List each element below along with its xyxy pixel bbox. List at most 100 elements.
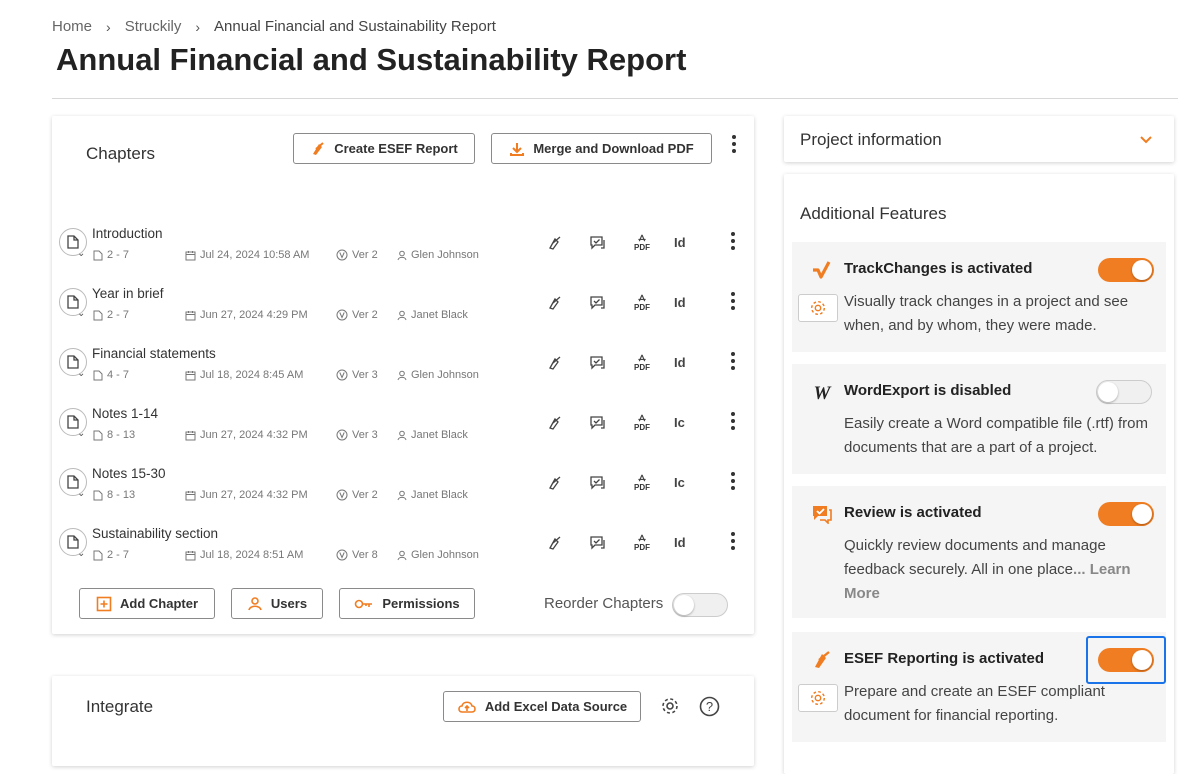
esef-settings-button[interactable] — [798, 684, 838, 712]
pdf-icon[interactable]: PDF — [633, 234, 651, 252]
chapter-id[interactable]: Id — [674, 295, 686, 310]
create-esef-label: Create ESEF Report — [334, 141, 458, 156]
word-icon: W — [810, 380, 834, 404]
breadcrumb-home[interactable]: Home — [52, 18, 92, 35]
chapter-name[interactable]: Notes 15-30 — [92, 466, 166, 481]
permissions-label: Permissions — [382, 596, 460, 611]
users-label: Users — [270, 596, 308, 611]
chapter-id[interactable]: Ic — [674, 475, 685, 490]
create-esef-report-button[interactable]: Create ESEF Report — [293, 133, 475, 164]
chapter-more-icon[interactable] — [729, 352, 737, 370]
breadcrumb-parent[interactable]: Struckily — [125, 18, 182, 35]
chapter-row[interactable]: ⌄ Financial statements 4 - 7 Jul 18, 2024 8… — [52, 334, 754, 394]
review-toggle[interactable] — [1098, 502, 1154, 526]
chapter-name[interactable]: Year in brief — [92, 286, 164, 301]
chapter-user: Glen Johnson — [397, 369, 479, 381]
chapter-more-icon[interactable] — [729, 232, 737, 250]
chapter-name[interactable]: Financial statements — [92, 346, 216, 361]
pdf-icon[interactable]: PDF — [633, 414, 651, 432]
esef-icon[interactable] — [546, 474, 564, 492]
pdf-icon[interactable]: PDF — [633, 474, 651, 492]
help-icon[interactable]: ? — [699, 696, 720, 722]
add-excel-data-source-button[interactable]: Add Excel Data Source — [443, 691, 641, 722]
gear-icon[interactable] — [660, 696, 680, 721]
trackchanges-settings-button[interactable] — [798, 294, 838, 322]
date-value: Jun 27, 2024 4:29 PM — [200, 309, 308, 321]
chevron-down-icon[interactable]: ⌄ — [77, 488, 85, 499]
trackchanges-icon — [810, 258, 834, 282]
chapter-id[interactable]: Id — [674, 535, 686, 550]
review-icon[interactable] — [589, 294, 607, 312]
chapter-user: Glen Johnson — [397, 549, 479, 561]
chapter-id[interactable]: Ic — [674, 415, 685, 430]
chapter-row[interactable]: ⌄ Sustainability section 2 - 7 Jul 18, 2024… — [52, 514, 754, 574]
chapter-version: Ver 2 — [336, 309, 378, 321]
chapter-row[interactable]: ⌄ Introduction 2 - 7 Jul 24, 2024 10:58 AM V… — [52, 214, 754, 274]
focus-ring — [1086, 636, 1166, 684]
chapter-row[interactable]: ⌄ Year in brief 2 - 7 Jun 27, 2024 4:29 PM V… — [52, 274, 754, 334]
chapter-pages: 4 - 7 — [93, 369, 129, 381]
chapter-row[interactable]: ⌄ Notes 15-30 8 - 13 Jun 27, 2024 4:32 PM Ve… — [52, 454, 754, 514]
user-icon — [397, 550, 407, 560]
review-icon[interactable] — [589, 234, 607, 252]
chevron-down-icon[interactable]: ⌄ — [77, 548, 85, 559]
review-icon[interactable] — [589, 414, 607, 432]
review-icon[interactable] — [589, 534, 607, 552]
esef-icon — [810, 648, 834, 672]
review-icon[interactable] — [589, 474, 607, 492]
pages-value: 8 - 13 — [107, 429, 136, 441]
chapter-name[interactable]: Sustainability section — [92, 526, 218, 541]
breadcrumb: Home › Struckily › Annual Financial and … — [52, 18, 496, 35]
esef-icon[interactable] — [546, 534, 564, 552]
chapter-row[interactable]: ⌄ Notes 1-14 8 - 13 Jun 27, 2024 4:32 PM Ver… — [52, 394, 754, 454]
users-button[interactable]: Users — [231, 588, 323, 619]
chapter-more-icon[interactable] — [729, 472, 737, 490]
esef-icon[interactable] — [546, 234, 564, 252]
review-icon[interactable] — [589, 354, 607, 372]
feature-title: TrackChanges is activated — [844, 260, 1033, 277]
esef-icon[interactable] — [546, 354, 564, 372]
pdf-icon[interactable]: PDF — [633, 354, 651, 372]
chapter-more-icon[interactable] — [729, 532, 737, 550]
pages-value: 2 - 7 — [107, 249, 130, 261]
gear-icon — [810, 690, 826, 706]
permissions-button[interactable]: Permissions — [339, 588, 475, 619]
chapter-pages: 8 - 13 — [93, 429, 135, 441]
calendar-icon — [185, 370, 196, 380]
chapters-more-icon[interactable] — [730, 135, 738, 153]
feature-title: ESEF Reporting is activated — [844, 650, 1045, 667]
chapter-user: Janet Black — [397, 489, 468, 501]
chapter-id[interactable]: Id — [674, 235, 686, 250]
chapter-name[interactable]: Notes 1-14 — [92, 406, 158, 421]
chapter-more-icon[interactable] — [729, 292, 737, 310]
esef-icon[interactable] — [546, 294, 564, 312]
version-icon — [336, 549, 348, 561]
trackchanges-toggle[interactable] — [1098, 258, 1154, 282]
version-icon — [336, 309, 348, 321]
chapter-id[interactable]: Id — [674, 355, 686, 370]
add-chapter-label: Add Chapter — [120, 596, 198, 611]
chevron-down-icon[interactable]: ⌄ — [77, 368, 85, 379]
esef-icon[interactable] — [546, 414, 564, 432]
merge-download-pdf-button[interactable]: Merge and Download PDF — [491, 133, 712, 164]
reorder-chapters-toggle[interactable] — [672, 593, 728, 617]
chapter-name[interactable]: Introduction — [92, 226, 163, 241]
chevron-down-icon[interactable]: ⌄ — [77, 308, 85, 319]
pages-value: 8 - 13 — [107, 489, 136, 501]
chapter-pages: 2 - 7 — [93, 549, 129, 561]
pdf-icon[interactable]: PDF — [633, 294, 651, 312]
version-icon — [336, 429, 348, 441]
version-icon — [336, 489, 348, 501]
chapter-date: Jul 18, 2024 8:45 AM — [185, 369, 303, 381]
date-value: Jul 18, 2024 8:45 AM — [200, 369, 304, 381]
plus-box-icon — [96, 596, 112, 611]
chevron-down-icon[interactable]: ⌄ — [77, 248, 85, 259]
add-chapter-button[interactable]: Add Chapter — [79, 588, 215, 619]
project-information-panel[interactable]: Project information — [784, 116, 1174, 162]
chevron-down-icon[interactable] — [1139, 132, 1153, 150]
chevron-down-icon[interactable]: ⌄ — [77, 428, 85, 439]
date-value: Jun 27, 2024 4:32 PM — [200, 489, 308, 501]
wordexport-toggle[interactable] — [1096, 380, 1152, 404]
pdf-icon[interactable]: PDF — [633, 534, 651, 552]
chapter-more-icon[interactable] — [729, 412, 737, 430]
